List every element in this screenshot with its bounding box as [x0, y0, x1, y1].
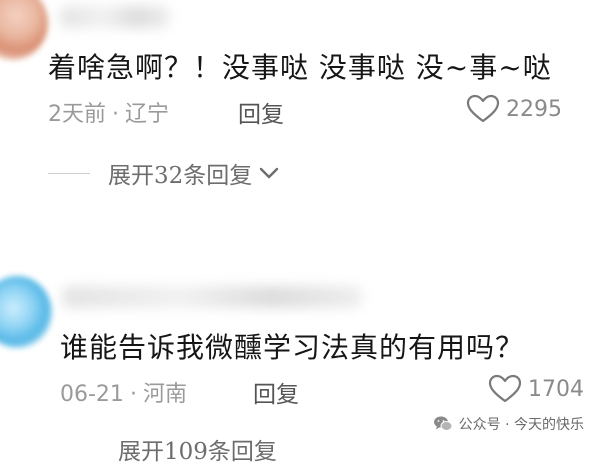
like-count: 1704 [528, 376, 584, 402]
comment-meta: 06-21 · 河南 [60, 376, 187, 408]
comment-time: 06-21 [60, 382, 124, 407]
watermark-text: 公众号 · 今天的快乐 [458, 417, 584, 433]
username-blurred [60, 6, 170, 28]
meta-separator: · [129, 382, 137, 407]
like-button[interactable]: 2295 [466, 94, 562, 124]
divider-line [48, 172, 90, 174]
username-blurred [62, 286, 362, 308]
like-count: 2295 [506, 96, 562, 122]
reply-button[interactable]: 回复 [238, 95, 284, 129]
chevron-down-icon [258, 166, 280, 180]
comment-text: 着啥急啊？！没事哒 没事哒 没~事~哒 [48, 51, 552, 84]
expand-replies-button[interactable]: 展开109条回复 [118, 432, 277, 466]
comment-time: 2天前 [48, 102, 106, 127]
comment-location: 辽宁 [125, 102, 170, 127]
watermark: 公众号 · 今天的快乐 [426, 410, 592, 438]
heart-icon [488, 374, 522, 404]
wechat-icon [433, 415, 453, 433]
expand-replies-button[interactable]: 展开32条回复 [48, 156, 280, 190]
reply-button[interactable]: 回复 [253, 375, 299, 409]
heart-icon [466, 94, 500, 124]
like-button[interactable]: 1704 [488, 374, 584, 404]
comment-meta: 2天前 · 辽宁 [48, 96, 169, 128]
avatar[interactable] [0, 276, 52, 348]
comment-text: 谁能告诉我微醺学习法真的有用吗？ [60, 331, 525, 364]
avatar[interactable] [0, 0, 48, 60]
comment-location: 河南 [142, 382, 187, 407]
meta-separator: · [112, 102, 119, 127]
expand-replies-label: 展开32条回复 [108, 163, 253, 189]
